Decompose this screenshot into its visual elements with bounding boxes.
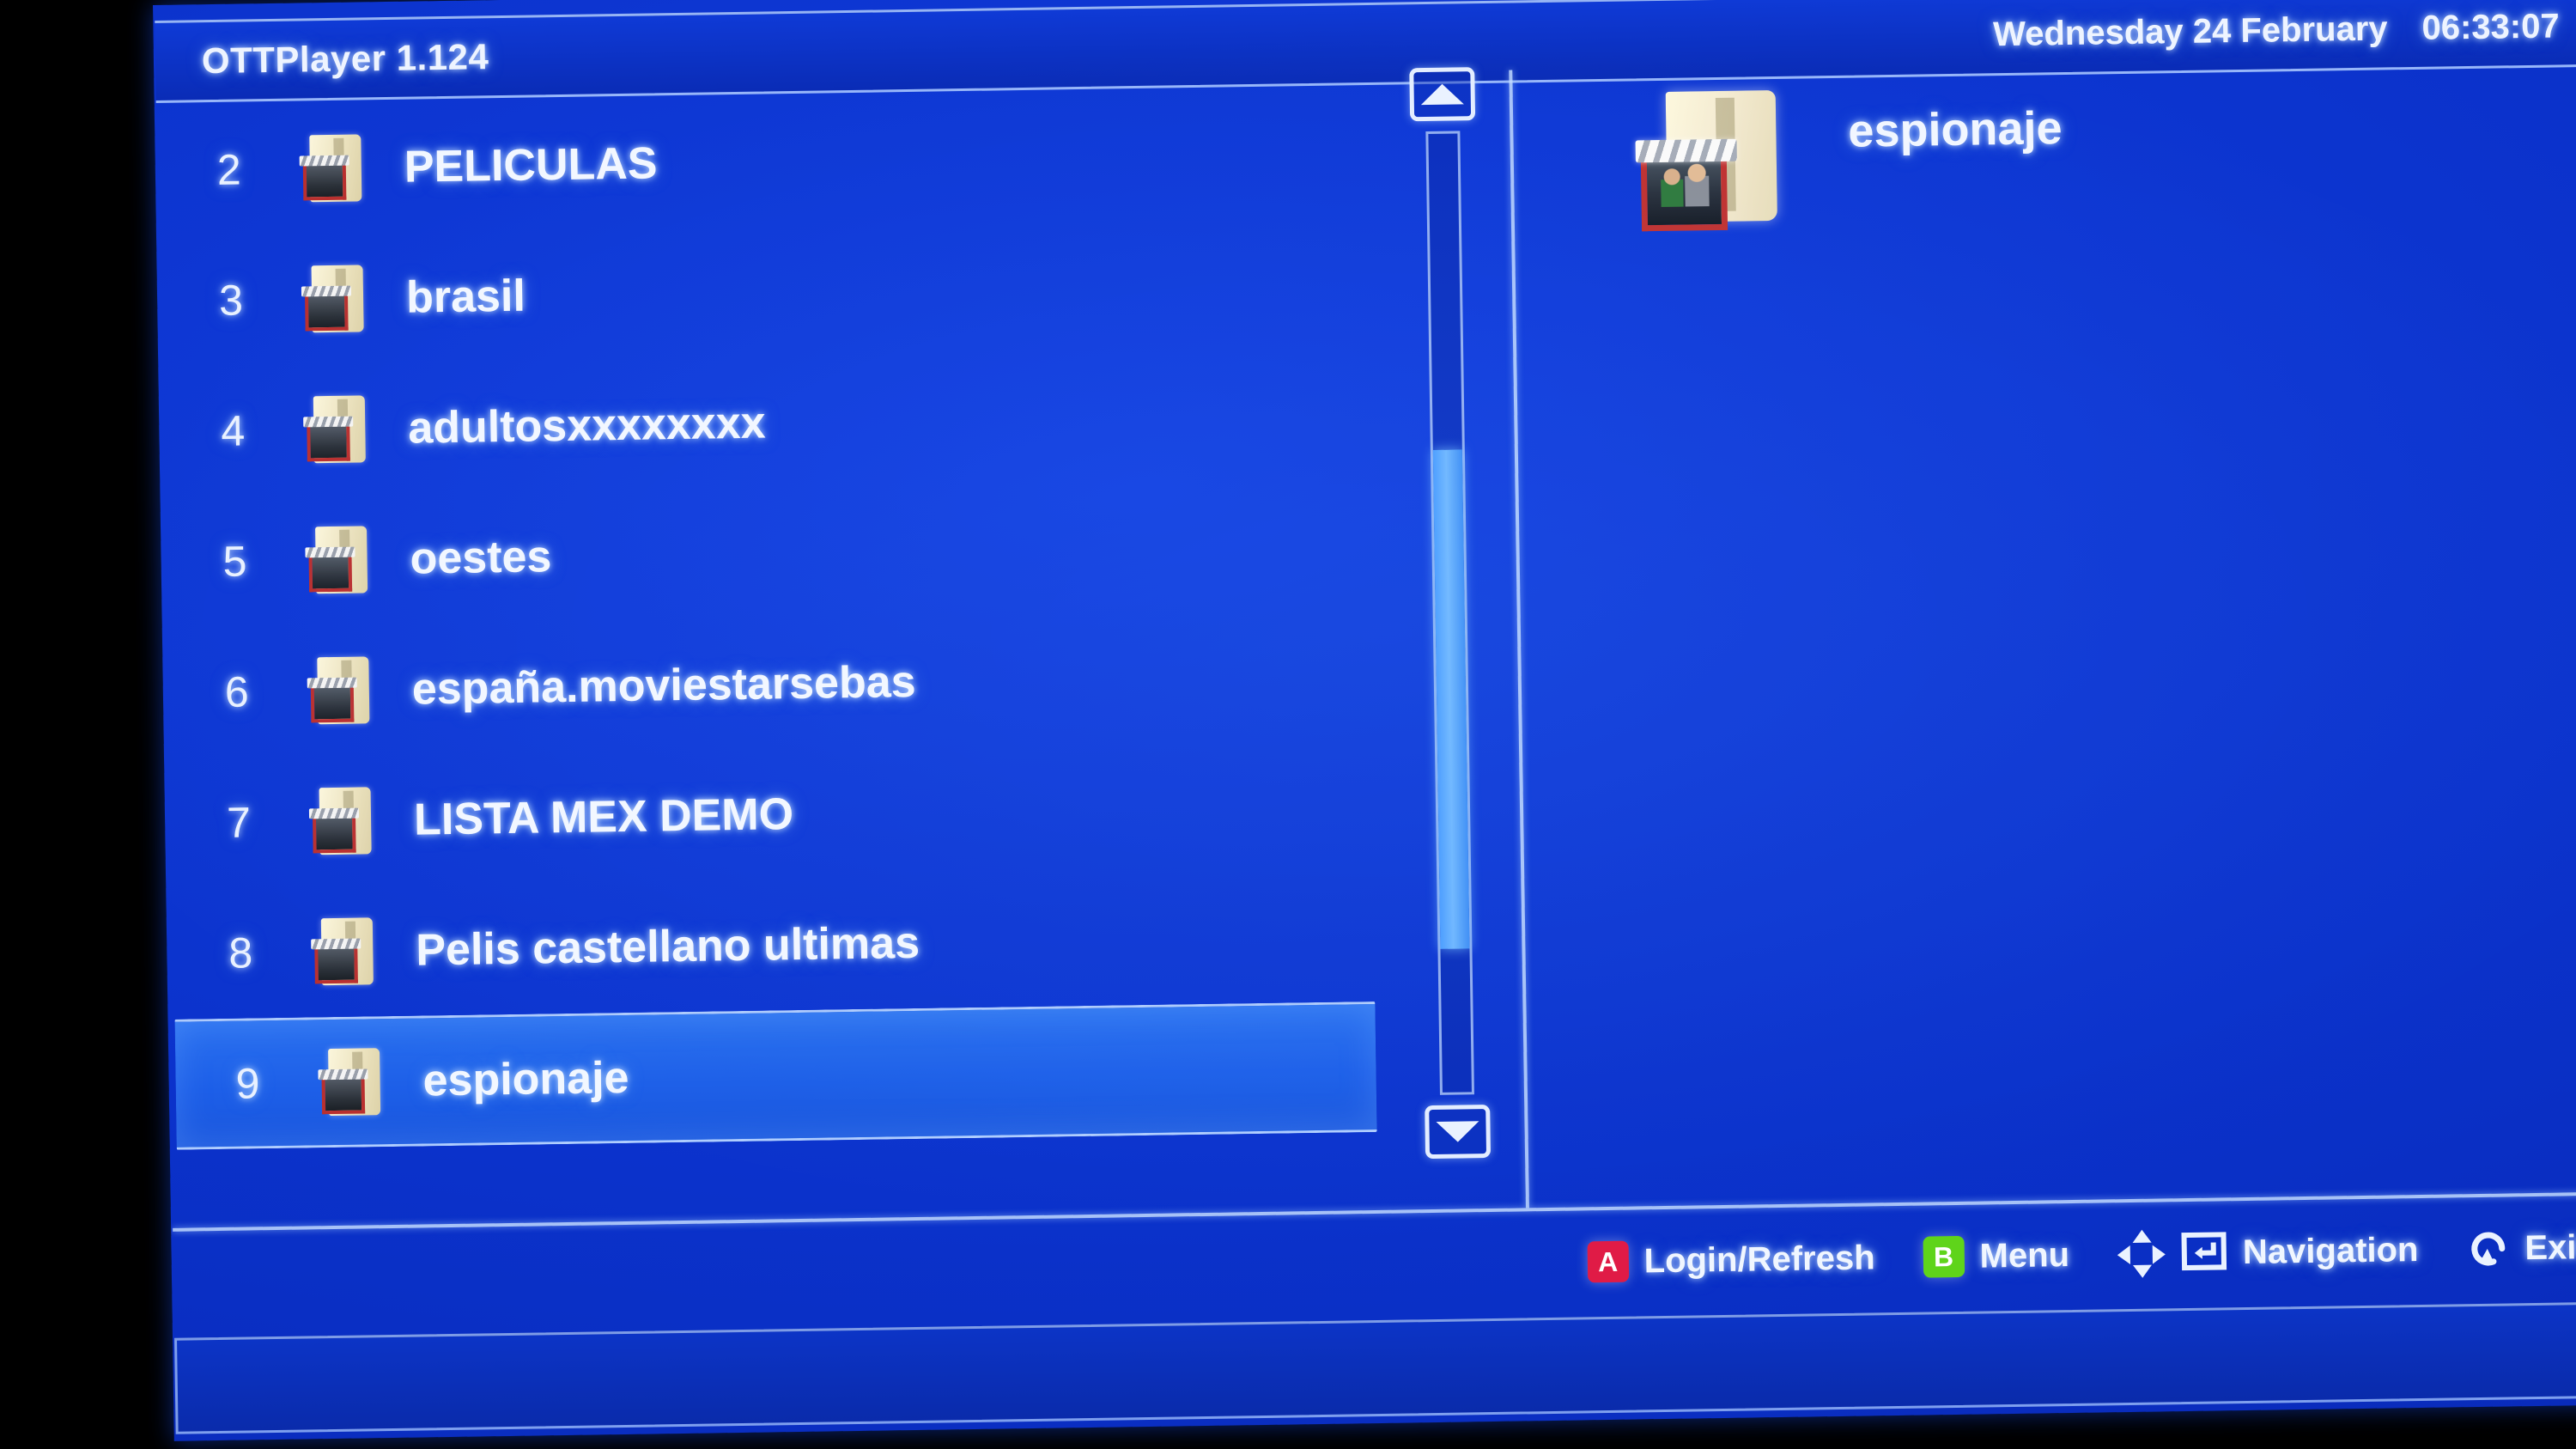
folder-movie-icon [300,392,374,466]
action-exit-label: Exit [2524,1227,2576,1267]
detail-panel: espionaje [1522,70,2576,1206]
action-navigation-label: Navigation [2242,1230,2419,1271]
action-login-refresh[interactable]: A Login/Refresh [1587,1237,1875,1283]
scroll-down-arrow-icon[interactable] [1425,1105,1492,1160]
ottplayer-screen: OTTPlayer 1.124 Wednesday 24 February 06… [153,0,2576,1441]
folder-movie-icon [305,783,380,858]
folder-list[interactable]: 2 PELICULAS 3 brasil 4 adultosxxxxxxxx 5… [156,87,1419,1226]
list-item-number: 3 [218,276,244,325]
button-b-icon: B [1923,1235,1965,1278]
action-exit[interactable]: Exit [2466,1225,2576,1272]
header-time: 06:33:07 [2421,6,2560,47]
folder-movie-icon [295,131,370,205]
list-item-number: 6 [224,667,250,716]
scrollbar-track[interactable] [1425,131,1474,1095]
list-item-number: 9 [235,1059,260,1108]
folder-movie-icon [314,1044,389,1119]
button-a-icon: A [1587,1240,1630,1283]
list-item[interactable]: 4 adultosxxxxxxxx [160,348,1408,497]
detail-folder-item[interactable]: espionaje [1635,86,2064,238]
list-item[interactable]: 5 oestes [162,478,1411,628]
detail-folder-label: espionaje [1847,102,2063,157]
scrollbar[interactable] [1402,67,1514,1210]
list-item[interactable]: 3 brasil [158,217,1406,367]
list-item-label: PELICULAS [404,138,658,192]
header-date: Wednesday 24 February [1992,9,2388,53]
list-item-label: adultosxxxxxxxx [407,398,766,454]
folder-movie-icon [1635,89,1819,238]
scrollbar-thumb[interactable] [1432,449,1470,949]
list-item-number: 7 [226,798,252,847]
action-navigation[interactable]: Navigation [2117,1226,2419,1278]
dpad-icon [2117,1229,2166,1278]
list-item[interactable]: 8 Pelis castellano ultimas [167,870,1416,1020]
list-item[interactable]: 7 LISTA MEX DEMO [166,740,1414,889]
list-item-number: 2 [216,145,242,194]
back-arrow-icon [2466,1226,2510,1272]
folder-movie-icon [307,914,382,989]
page-title: OTTPlayer 1.124 [201,36,489,82]
list-item[interactable]: 2 PELICULAS [156,87,1405,236]
list-item-selected[interactable]: 9 espionaje [174,1002,1377,1150]
list-item-number: 4 [220,406,246,455]
folder-movie-icon [301,522,376,597]
scroll-up-arrow-icon[interactable] [1409,67,1476,122]
list-item-number: 8 [228,928,253,977]
list-item-label: LISTA MEX DEMO [413,789,794,845]
list-item-label: Pelis castellano ultimas [415,917,920,976]
folder-movie-icon [297,261,372,336]
tv-photo-frame: OTTPlayer 1.124 Wednesday 24 February 06… [0,0,2576,1449]
list-item-number: 5 [222,537,247,586]
action-menu-label: Menu [1979,1235,2070,1275]
header-clock: Wednesday 24 February 06:33:07 [1993,7,2560,54]
list-item-label: oestes [410,532,552,584]
action-login-refresh-label: Login/Refresh [1643,1238,1875,1280]
list-item-label: espionaje [422,1052,629,1106]
enter-key-icon [2181,1230,2228,1276]
list-item[interactable]: 6 españa.moviestarsebas [164,609,1413,758]
content-area: 2 PELICULAS 3 brasil 4 adultosxxxxxxxx 5… [156,67,2576,1227]
list-item-label: españa.moviestarsebas [411,656,916,715]
folder-movie-icon [303,653,378,728]
action-menu[interactable]: B Menu [1923,1234,2069,1278]
list-item-label: brasil [405,271,526,323]
